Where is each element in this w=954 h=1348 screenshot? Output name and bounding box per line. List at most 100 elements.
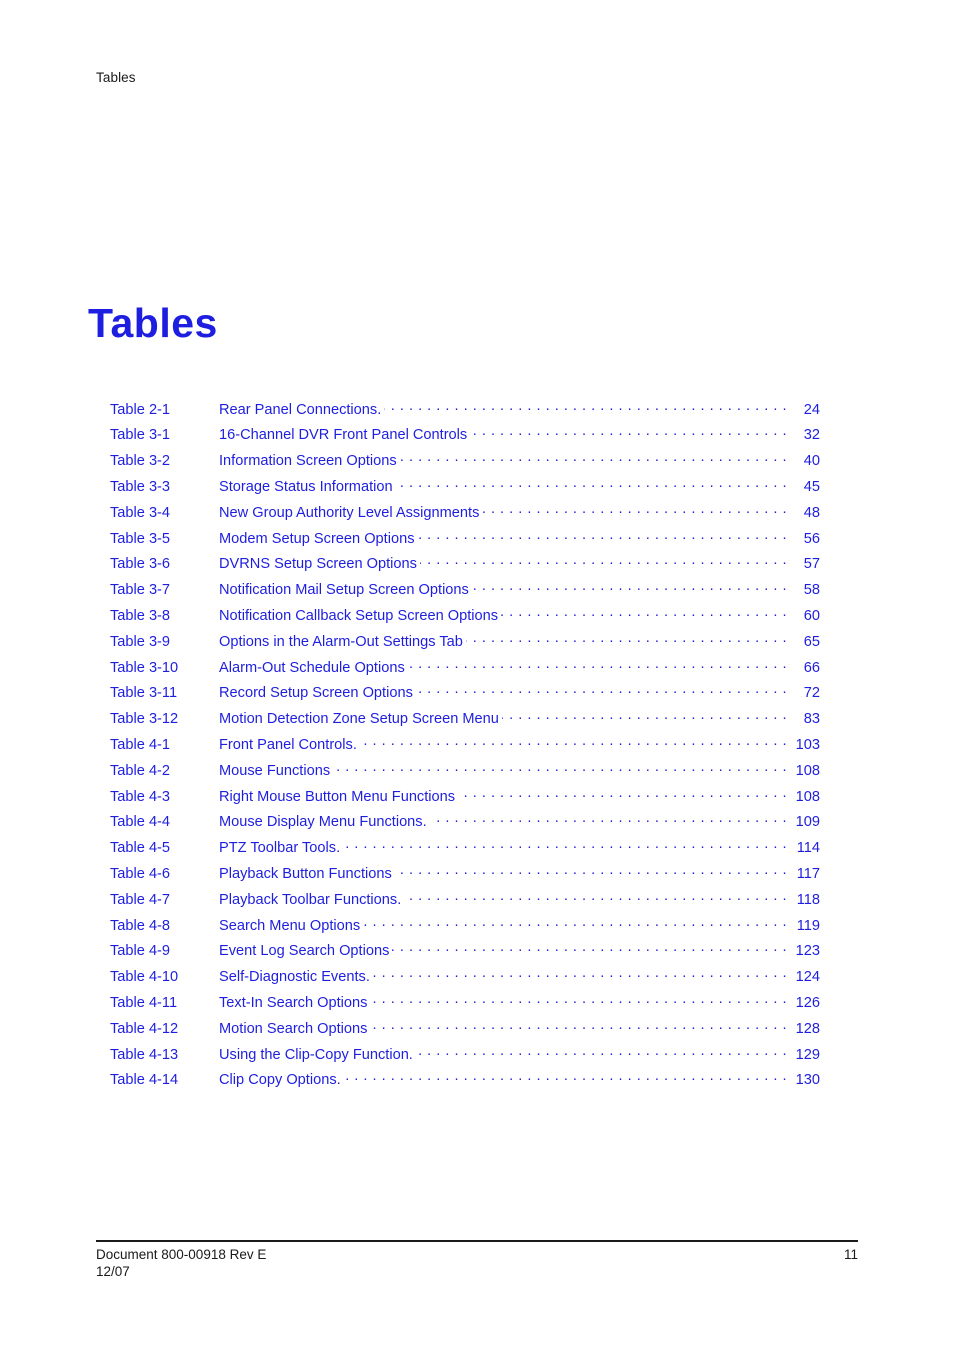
toc-entry[interactable]: Table 3-10 Alarm-Out Schedule Options 66	[0, 657, 954, 683]
footer-date: 12/07	[96, 1264, 130, 1280]
toc-entry[interactable]: Table 3-4 New Group Authority Level Assig…	[0, 502, 954, 528]
toc-entry-label: Table 3-8	[110, 607, 171, 624]
toc-entry-title: Notification Mail Setup Screen Options	[219, 582, 469, 599]
footer-document-number: Document 800-00918 Rev E	[96, 1247, 267, 1262]
toc-entry-label: Table 3-6	[110, 556, 171, 573]
toc-dot-leader	[344, 1070, 787, 1085]
toc-entry[interactable]: Table 4-5 PTZ Toolbar Tools. 114	[0, 838, 954, 864]
toc-entry-page-number: 129	[795, 1046, 820, 1063]
toc-entry-title: Alarm-Out Schedule Options	[219, 659, 405, 676]
toc-dot-leader	[370, 992, 787, 1007]
toc-entry-title: Right Mouse Button Menu Functions	[219, 788, 456, 805]
toc-entry-label: Table 3-9	[110, 633, 171, 650]
toc-entry-page-number: 108	[795, 762, 820, 779]
toc-entry[interactable]: Table 4-2 Mouse Functions 108	[0, 760, 954, 786]
toc-dot-leader	[430, 812, 787, 827]
toc-entry-page-number: 119	[796, 917, 820, 934]
toc-entry[interactable]: Table 3-12 Motion Detection Zone Setup Sc…	[0, 709, 954, 735]
toc-dot-leader	[418, 528, 788, 543]
toc-entry[interactable]: Table 4-4 Mouse Display Menu Functions. 10…	[0, 812, 954, 838]
toc-entry-title: Clip Copy Options.	[219, 1072, 341, 1089]
toc-dot-leader	[384, 399, 787, 414]
toc-entry-title: Front Panel Controls.	[219, 736, 357, 753]
toc-dot-leader	[502, 709, 787, 724]
toc-entry[interactable]: Table 2-1 Rear Panel Connections. 24	[0, 399, 954, 425]
toc-dot-leader	[472, 580, 787, 595]
toc-entry[interactable]: Table 3-9 Options in the Alarm-Out Settin…	[0, 631, 954, 657]
toc-dot-leader	[416, 683, 787, 698]
toc-entry[interactable]: Table 4-11 Text-In Search Options 126	[0, 992, 954, 1018]
toc-dot-leader	[501, 605, 787, 620]
toc-entry-label: Table 4-14	[110, 1072, 179, 1089]
toc-entry-label: Table 4-13	[110, 1046, 179, 1063]
toc-entry[interactable]: Table 4-10 Self-Diagnostic Events. 124	[0, 967, 954, 993]
toc-entry[interactable]: Table 3-5 Modem Setup Screen Options 56	[0, 528, 954, 554]
toc-dot-leader	[466, 631, 787, 646]
toc-entry-title: Self-Diagnostic Events.	[219, 969, 370, 986]
toc-entry-page-number: 130	[795, 1072, 820, 1089]
toc-entry-title: Record Setup Screen Options	[219, 685, 413, 702]
toc-entry-label: Table 3-2	[110, 453, 171, 470]
page-footer: Document 800-00918 Rev E 12/07 11	[96, 1246, 858, 1281]
toc-entry[interactable]: Table 3-8 Notification Callback Setup Scr…	[0, 605, 954, 631]
toc-entry[interactable]: Table 3-11 Record Setup Screen Options 72	[0, 683, 954, 709]
toc-entry-page-number: 57	[803, 556, 820, 573]
toc-entry[interactable]: Table 4-8 Search Menu Options 119	[0, 915, 954, 941]
toc-entry-page-number: 58	[803, 582, 820, 599]
toc-entry-label: Table 3-7	[110, 582, 171, 599]
toc-entry-title: Search Menu Options	[219, 917, 361, 934]
toc-entry[interactable]: Table 4-7 Playback Toolbar Functions. 118	[0, 889, 954, 915]
toc-entry-title: PTZ Toolbar Tools.	[219, 840, 341, 857]
toc-entry-page-number: 56	[803, 530, 820, 547]
toc-entry-title: Information Screen Options	[219, 453, 397, 470]
toc-entry[interactable]: Table 3-3 Storage Status Information 45	[0, 476, 954, 502]
toc-entry-label: Table 3-10	[110, 659, 179, 676]
toc-entry-label: Table 3-11	[110, 685, 178, 702]
toc-entry-page-number: 128	[795, 1020, 820, 1037]
toc-entry-page-number: 117	[796, 865, 820, 882]
toc-entry-title: Playback Toolbar Functions.	[219, 891, 402, 908]
toc-entry-label: Table 4-1	[110, 736, 171, 753]
toc-entry[interactable]: Table 4-3 Right Mouse Button Menu Functio…	[0, 786, 954, 812]
toc-entry-title: Mouse Display Menu Functions.	[219, 814, 427, 831]
toc-entry-label: Table 4-4	[110, 814, 171, 831]
toc-dot-leader	[370, 1018, 787, 1033]
toc-dot-leader	[343, 838, 787, 853]
toc-entry-label: Table 3-1	[110, 427, 171, 444]
toc-entry[interactable]: Table 4-9 Event Log Search Options 123	[0, 941, 954, 967]
toc-entry-title: Playback Button Functions	[219, 865, 392, 882]
toc-entry-page-number: 123	[795, 943, 820, 960]
toc-entry-label: Table 4-8	[110, 917, 171, 934]
toc-entry-label: Table 4-11	[110, 994, 178, 1011]
footer-document-info: Document 800-00918 Rev E 12/07	[96, 1246, 266, 1281]
document-page: Tables Tables Table 2-1 Rear Panel Connec…	[0, 0, 954, 1348]
toc-entry[interactable]: Table 4-14 Clip Copy Options. 130	[0, 1070, 954, 1096]
toc-entry-page-number: 72	[803, 685, 820, 702]
toc-entry-title: 16-Channel DVR Front Panel Controls	[219, 427, 468, 444]
toc-entry-title: Notification Callback Setup Screen Optio…	[219, 607, 499, 624]
page-title: Tables	[88, 300, 218, 346]
toc-entry[interactable]: Table 4-6 Playback Button Functions 117	[0, 863, 954, 889]
toc-entry[interactable]: Table 3-7 Notification Mail Setup Screen …	[0, 580, 954, 606]
toc-entry[interactable]: Table 3-6 DVRNS Setup Screen Options 57	[0, 554, 954, 580]
toc-entry[interactable]: Table 3-2 Information Screen Options 40	[0, 451, 954, 477]
toc-dot-leader	[400, 451, 787, 466]
toc-entry[interactable]: Table 3-1 16-Channel DVR Front Panel Cont…	[0, 425, 954, 451]
toc-entry-title: Text-In Search Options	[219, 994, 368, 1011]
toc-entry-title: DVRNS Setup Screen Options	[219, 556, 417, 573]
toc-entry-label: Table 3-5	[110, 530, 171, 547]
running-header: Tables	[96, 70, 136, 85]
toc-entry-title: Motion Detection Zone Setup Screen Menu	[219, 711, 499, 728]
toc-entry-page-number: 114	[796, 840, 820, 857]
toc-entry-page-number: 60	[803, 607, 820, 624]
toc-entry-page-number: 108	[795, 788, 820, 805]
toc-entry-title: Event Log Search Options	[219, 943, 390, 960]
toc-entry-page-number: 45	[803, 478, 820, 495]
toc-entry[interactable]: Table 4-13 Using the Clip-Copy Function. 1…	[0, 1044, 954, 1070]
toc-entry-label: Table 4-10	[110, 969, 179, 986]
toc-entry[interactable]: Table 4-12 Motion Search Options 128	[0, 1018, 954, 1044]
toc-entry[interactable]: Table 4-1 Front Panel Controls. 103	[0, 734, 954, 760]
toc-dot-leader	[363, 915, 787, 930]
toc-dot-leader	[470, 425, 787, 440]
toc-dot-leader	[408, 657, 787, 672]
